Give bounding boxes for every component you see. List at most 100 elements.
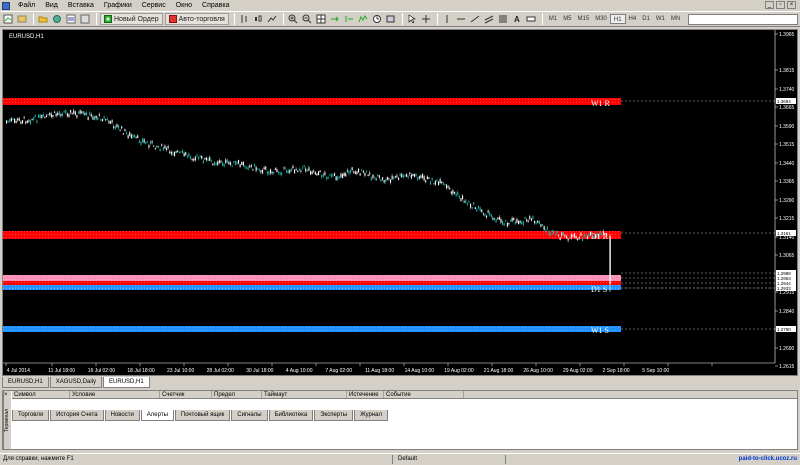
candle-body — [177, 150, 179, 152]
terminal-icon[interactable] — [79, 13, 91, 25]
timeframe-h1[interactable]: H1 — [609, 14, 626, 24]
zoom-in-icon[interactable] — [287, 13, 299, 25]
candle-body — [342, 174, 344, 178]
indicators-icon[interactable] — [357, 13, 369, 25]
candle-body — [490, 214, 492, 218]
candle-body — [156, 146, 158, 148]
chart-tab-xagusd-daily[interactable]: XAGUSD,Daily — [49, 377, 103, 388]
text-tool-icon[interactable]: A — [511, 13, 523, 25]
candle-body — [20, 121, 22, 124]
candle-body — [178, 151, 180, 154]
menu-tools[interactable]: Сервис — [137, 0, 171, 11]
templates-icon[interactable] — [385, 13, 397, 25]
menu-file[interactable]: Файл — [13, 0, 40, 11]
candle-body — [399, 173, 401, 177]
new-chart-icon[interactable] — [2, 13, 14, 25]
tab-news[interactable]: Новости — [104, 410, 140, 421]
new-order-button[interactable]: Новый Ордер — [100, 13, 163, 25]
col-event[interactable]: Событие — [384, 391, 464, 398]
restore-icon[interactable]: ▫ — [776, 1, 785, 9]
channel-icon[interactable] — [483, 13, 495, 25]
candle-body — [572, 234, 574, 237]
cursor-icon[interactable] — [406, 13, 418, 25]
tab-journal[interactable]: Журнал — [354, 410, 388, 421]
candle-body — [372, 174, 374, 179]
menu-charts[interactable]: Графики — [99, 0, 137, 11]
timeframe-w1[interactable]: W1 — [653, 14, 668, 24]
candle-body — [94, 115, 96, 120]
candle-body — [95, 115, 97, 119]
bar-chart-icon[interactable] — [238, 13, 250, 25]
open-folder-icon[interactable] — [37, 13, 49, 25]
price-tick-label: 1.3740 — [779, 87, 795, 93]
zoom-out-icon[interactable] — [301, 13, 313, 25]
tab-mailbox[interactable]: Почтовый ящик — [174, 410, 231, 421]
close-icon[interactable]: × — [787, 1, 796, 9]
candle-body — [98, 114, 100, 116]
tab-trade[interactable]: Торговля — [12, 410, 50, 421]
timeframe-h4[interactable]: H4 — [626, 14, 640, 24]
col-limit[interactable]: Предел — [212, 391, 262, 398]
col-condition[interactable]: Условие — [70, 391, 160, 398]
horizontal-line-icon[interactable] — [455, 13, 467, 25]
menu-window[interactable]: Окно — [171, 0, 197, 11]
candle-body — [338, 176, 340, 178]
timeframe-m5[interactable]: M5 — [560, 14, 574, 24]
app-icon — [2, 1, 10, 10]
timeframe-mn[interactable]: MN — [668, 14, 683, 24]
autoscroll-icon[interactable] — [329, 13, 341, 25]
market-watch-icon[interactable] — [65, 13, 77, 25]
candle-body — [169, 151, 171, 154]
menu-insert[interactable]: Вставка — [63, 0, 99, 11]
candle-body — [49, 112, 51, 116]
candle-body — [55, 113, 57, 116]
auto-trading-button[interactable]: Авто-торговля — [164, 13, 229, 25]
trendline-icon[interactable] — [469, 13, 481, 25]
candle-body — [524, 217, 526, 219]
timeframe-d1[interactable]: D1 — [639, 14, 653, 24]
chart-window[interactable]: EURUSD,H1 1.3965 1.3815 1.3740 1.3665 1.3590 1… — [2, 29, 798, 376]
menu-help[interactable]: Справка — [197, 0, 234, 11]
timeframe-m15[interactable]: M15 — [575, 14, 593, 24]
timeframe-m1[interactable]: M1 — [546, 14, 560, 24]
chart-tab-eurusd-h1[interactable]: EURUSD,H1 — [2, 377, 49, 388]
tab-account-history[interactable]: История Счета — [50, 410, 104, 421]
candlesticks-icon[interactable] — [252, 13, 264, 25]
timeframe-m30[interactable]: M30 — [592, 14, 610, 24]
new-order-icon — [104, 15, 112, 23]
chart-tab-eurusd-h1-active[interactable]: EURUSD,H1 — [103, 377, 150, 388]
menu-view[interactable]: Вид — [40, 0, 63, 11]
candle-body — [497, 217, 499, 220]
col-symbol[interactable]: Символ — [12, 391, 70, 398]
price-chart[interactable]: EURUSD,H1 1.3965 1.3815 1.3740 1.3665 1.3590 1… — [3, 30, 797, 375]
tab-alerts[interactable]: Алерты — [140, 410, 174, 421]
periods-icon[interactable] — [371, 13, 383, 25]
new-order-label: Новый Ордер — [114, 15, 159, 23]
tab-experts[interactable]: Эксперты — [314, 410, 354, 421]
navigator-icon[interactable] — [51, 13, 63, 25]
candle-body — [33, 116, 35, 120]
candle-body — [303, 165, 305, 167]
candle-body — [54, 111, 56, 113]
fibonacci-icon[interactable] — [497, 13, 509, 25]
candle-body — [377, 174, 379, 177]
candle-body — [222, 162, 224, 166]
candle-body — [111, 120, 113, 123]
close-icon[interactable]: × — [4, 392, 8, 398]
tab-library[interactable]: Библиотека — [268, 410, 314, 421]
candle-body — [292, 165, 294, 169]
label-tool-icon[interactable] — [525, 13, 537, 25]
tile-windows-icon[interactable] — [315, 13, 327, 25]
candle-body — [60, 113, 62, 117]
line-chart-icon[interactable] — [266, 13, 278, 25]
col-counter[interactable]: Счетчик — [160, 391, 212, 398]
crosshair-icon[interactable] — [420, 13, 432, 25]
col-timeout[interactable]: Таймаут — [262, 391, 347, 398]
symbol-search-input[interactable] — [688, 14, 798, 25]
col-expiration[interactable]: Истечение — [347, 391, 384, 398]
tab-signals[interactable]: Сигналы — [231, 410, 268, 421]
vertical-line-icon[interactable] — [441, 13, 453, 25]
profiles-icon[interactable] — [16, 13, 28, 25]
minimize-icon[interactable]: _ — [765, 1, 774, 9]
chart-shift-icon[interactable] — [343, 13, 355, 25]
